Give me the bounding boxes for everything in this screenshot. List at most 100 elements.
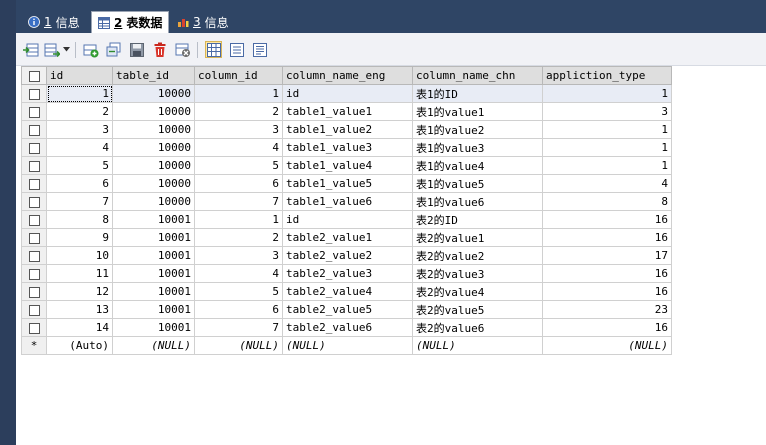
export-icon[interactable]: [43, 41, 60, 58]
grid-cell[interactable]: 10001: [112, 228, 195, 247]
grid-cell[interactable]: 16: [542, 228, 672, 247]
import-icon[interactable]: [22, 41, 39, 58]
save-icon[interactable]: [128, 41, 145, 58]
grid-cell[interactable]: 17: [542, 246, 672, 265]
grid-cell[interactable]: 10000: [112, 174, 195, 193]
grid-cell[interactable]: 6: [194, 300, 283, 319]
table-row[interactable]: 9 10001 2 table2_value1 表2的value1 16: [21, 228, 672, 247]
grid-cell[interactable]: table1_value1: [282, 102, 413, 121]
grid-cell[interactable]: 12: [46, 282, 113, 301]
grid-cell[interactable]: table2_value4: [282, 282, 413, 301]
grid-cell[interactable]: 6: [194, 174, 283, 193]
insert-row-icon[interactable]: [82, 41, 99, 58]
grid-cell[interactable]: 1: [46, 84, 113, 103]
row-checkbox[interactable]: [21, 174, 47, 193]
grid-cell[interactable]: 3: [194, 120, 283, 139]
grid-cell[interactable]: (NULL): [112, 336, 195, 355]
grid-cell[interactable]: 10000: [112, 102, 195, 121]
grid-cell[interactable]: 4: [194, 138, 283, 157]
grid-cell[interactable]: 表2的value1: [412, 228, 543, 247]
grid-cell[interactable]: 16: [542, 210, 672, 229]
grid-cell[interactable]: table1_value6: [282, 192, 413, 211]
table-row[interactable]: 2 10000 2 table1_value1 表1的value1 3: [21, 102, 672, 121]
tab-info-3[interactable]: 3 信息: [171, 11, 235, 33]
row-checkbox[interactable]: [21, 300, 47, 319]
grid-cell[interactable]: 16: [542, 318, 672, 337]
table-row[interactable]: 7 10000 7 table1_value6 表1的value6 8: [21, 192, 672, 211]
new-row[interactable]: * (Auto) (NULL) (NULL) (NULL) (NULL) (NULL): [21, 336, 672, 355]
grid-cell[interactable]: 表2的value3: [412, 264, 543, 283]
row-checkbox[interactable]: [21, 282, 47, 301]
grid-cell[interactable]: table1_value3: [282, 138, 413, 157]
column-header[interactable]: column_name_chn: [412, 66, 543, 85]
export-dropdown-chevron-icon[interactable]: [62, 41, 70, 58]
grid-cell[interactable]: 16: [542, 282, 672, 301]
column-header[interactable]: column_name_eng: [282, 66, 413, 85]
cancel-icon[interactable]: [174, 41, 191, 58]
table-row[interactable]: 11 10001 4 table2_value3 表2的value3 16: [21, 264, 672, 283]
grid-cell[interactable]: 4: [542, 174, 672, 193]
row-checkbox[interactable]: [21, 228, 47, 247]
table-row[interactable]: 1 10000 1 id 表1的ID 1: [21, 84, 672, 103]
grid-cell[interactable]: 4: [194, 264, 283, 283]
column-header[interactable]: column_id: [194, 66, 283, 85]
grid-cell[interactable]: 14: [46, 318, 113, 337]
row-checkbox[interactable]: [21, 246, 47, 265]
grid-cell[interactable]: 10000: [112, 156, 195, 175]
delete-icon[interactable]: [151, 41, 168, 58]
table-row[interactable]: 6 10000 6 table1_value5 表1的value5 4: [21, 174, 672, 193]
grid-cell[interactable]: 表1的value1: [412, 102, 543, 121]
row-checkbox[interactable]: [21, 156, 47, 175]
tab-info-1[interactable]: 1 信息: [22, 11, 86, 33]
grid-cell[interactable]: table1_value4: [282, 156, 413, 175]
grid-cell[interactable]: table2_value3: [282, 264, 413, 283]
grid-cell[interactable]: 13: [46, 300, 113, 319]
grid-cell[interactable]: 2: [194, 102, 283, 121]
grid-view-icon[interactable]: [205, 41, 222, 58]
table-row[interactable]: 4 10000 4 table1_value3 表1的value3 1: [21, 138, 672, 157]
grid-cell[interactable]: table1_value5: [282, 174, 413, 193]
grid-cell[interactable]: 1: [542, 120, 672, 139]
grid-cell[interactable]: 10000: [112, 120, 195, 139]
grid-cell[interactable]: 表1的value2: [412, 120, 543, 139]
grid-cell[interactable]: 表1的value4: [412, 156, 543, 175]
grid-cell[interactable]: 9: [46, 228, 113, 247]
row-checkbox[interactable]: [21, 138, 47, 157]
grid-cell[interactable]: table2_value1: [282, 228, 413, 247]
grid-cell[interactable]: 10000: [112, 192, 195, 211]
grid-cell[interactable]: 表2的value5: [412, 300, 543, 319]
grid-cell[interactable]: 1: [542, 156, 672, 175]
row-checkbox[interactable]: [21, 102, 47, 121]
form-view-icon[interactable]: [228, 41, 245, 58]
table-row[interactable]: 10 10001 3 table2_value2 表2的value2 17: [21, 246, 672, 265]
grid-cell[interactable]: (NULL): [282, 336, 413, 355]
grid-cell[interactable]: 10001: [112, 246, 195, 265]
grid-cell[interactable]: 23: [542, 300, 672, 319]
grid-cell[interactable]: 1: [194, 210, 283, 229]
grid-cell[interactable]: 表1的value3: [412, 138, 543, 157]
tab-table-data[interactable]: 2 表数据: [91, 11, 170, 33]
grid-cell[interactable]: 10001: [112, 210, 195, 229]
grid-cell[interactable]: (NULL): [194, 336, 283, 355]
grid-cell[interactable]: 2: [46, 102, 113, 121]
grid-cell[interactable]: id: [282, 210, 413, 229]
grid-cell[interactable]: 10000: [112, 84, 195, 103]
row-checkbox[interactable]: [21, 120, 47, 139]
column-header[interactable]: id: [46, 66, 113, 85]
grid-cell[interactable]: 表2的value6: [412, 318, 543, 337]
grid-cell[interactable]: 10: [46, 246, 113, 265]
grid-cell[interactable]: 表2的ID: [412, 210, 543, 229]
grid-cell[interactable]: 3: [46, 120, 113, 139]
grid-cell[interactable]: 3: [194, 246, 283, 265]
grid-cell[interactable]: 10001: [112, 282, 195, 301]
grid-cell[interactable]: 4: [46, 138, 113, 157]
grid-cell[interactable]: table2_value2: [282, 246, 413, 265]
row-checkbox[interactable]: [21, 84, 47, 103]
grid-cell[interactable]: 7: [194, 318, 283, 337]
grid-cell[interactable]: 表2的value2: [412, 246, 543, 265]
select-all-checkbox[interactable]: [21, 66, 47, 85]
column-header[interactable]: appliction_type: [542, 66, 672, 85]
row-checkbox[interactable]: [21, 192, 47, 211]
grid-cell[interactable]: 7: [194, 192, 283, 211]
table-row[interactable]: 5 10000 5 table1_value4 表1的value4 1: [21, 156, 672, 175]
